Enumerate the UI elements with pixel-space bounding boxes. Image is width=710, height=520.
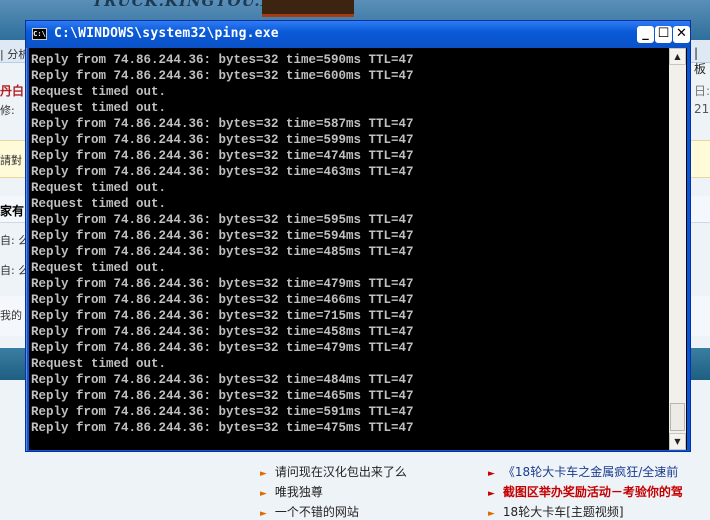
bg-link-left-2[interactable]: ► 一个不错的网站 [260, 503, 359, 520]
console-line: Reply from 74.86.244.36: bytes=32 time=5… [31, 53, 414, 67]
arrow-icon: ► [488, 489, 495, 499]
arrow-icon: ► [260, 509, 267, 519]
scroll-down-button[interactable]: ▼ [669, 433, 686, 450]
console-line: Reply from 74.86.244.36: bytes=32 time=7… [31, 309, 414, 323]
scroll-up-button[interactable]: ▲ [669, 48, 686, 65]
bg-link-left-0[interactable]: ► 请问现在汉化包出来了么 [260, 463, 407, 480]
bg-fragment-3: 請對 [0, 154, 22, 167]
console-line: Request timed out. [31, 197, 167, 211]
bg-fragment-1: 丹白 [0, 84, 25, 98]
scroll-thumb[interactable] [670, 403, 685, 431]
console-line: Reply from 74.86.244.36: bytes=32 time=4… [31, 149, 414, 163]
bg-right-fragment-0: |板 [694, 46, 707, 76]
console-line: Request timed out. [31, 181, 167, 195]
console-line: Reply from 74.86.244.36: bytes=32 time=5… [31, 117, 414, 131]
ping-console-window[interactable]: C:\ C:\WINDOWS\system32\ping.exe _ ☐ ✕ R… [25, 20, 691, 452]
console-line: Reply from 74.86.244.36: bytes=32 time=4… [31, 277, 414, 291]
bg-link-right-1[interactable]: ► 截图区举办奖励活动－考验你的驾 [488, 483, 683, 500]
bg-right-fragment-2: 21 [694, 102, 710, 116]
console-line: Reply from 74.86.244.36: bytes=32 time=5… [31, 213, 414, 227]
bg-fragment-2: 修: [0, 104, 15, 117]
console-line: Reply from 74.86.244.36: bytes=32 time=4… [31, 341, 414, 355]
cmd-icon: C:\ [32, 28, 47, 40]
console-output-area[interactable]: Reply from 74.86.244.36: bytes=32 time=5… [29, 48, 687, 450]
bg-fragment-7: 我的 [0, 309, 22, 322]
console-line: Request timed out. [31, 101, 167, 115]
background-truck-image [262, 0, 354, 17]
console-line: Reply from 74.86.244.36: bytes=32 time=4… [31, 325, 414, 339]
arrow-icon: ► [488, 509, 495, 519]
console-line: Reply from 74.86.244.36: bytes=32 time=4… [31, 245, 414, 259]
window-titlebar[interactable]: C:\ C:\WINDOWS\system32\ping.exe _ ☐ ✕ [26, 21, 690, 48]
console-output: Reply from 74.86.244.36: bytes=32 time=5… [31, 52, 414, 436]
console-line: Reply from 74.86.244.36: bytes=32 time=4… [31, 165, 414, 179]
console-line: Request timed out. [31, 357, 167, 371]
bg-link-left-1[interactable]: ► 唯我独尊 [260, 483, 323, 500]
console-line: Reply from 74.86.244.36: bytes=32 time=5… [31, 405, 414, 419]
vertical-scrollbar[interactable]: ▲ ▼ [669, 48, 686, 450]
arrow-icon: ► [260, 469, 267, 479]
window-title: C:\WINDOWS\system32\ping.exe [54, 26, 279, 41]
console-line: Reply from 74.86.244.36: bytes=32 time=4… [31, 293, 414, 307]
minimize-button[interactable]: _ [637, 26, 654, 43]
maximize-button[interactable]: ☐ [655, 26, 672, 43]
console-line: Reply from 74.86.244.36: bytes=32 time=4… [31, 373, 414, 387]
console-line: Request timed out. [31, 85, 167, 99]
close-button[interactable]: ✕ [673, 26, 690, 43]
bg-link-right-0[interactable]: ► 《18轮大卡车之金属疯狂/全速前 [488, 463, 678, 480]
console-line: Reply from 74.86.244.36: bytes=32 time=4… [31, 389, 414, 403]
arrow-icon: ► [488, 469, 495, 479]
bg-link-right-2[interactable]: ► 18轮大卡车[主题视频] [488, 503, 624, 520]
console-line: Request timed out. [31, 261, 167, 275]
console-line: Reply from 74.86.244.36: bytes=32 time=4… [31, 421, 414, 435]
console-line: Reply from 74.86.244.36: bytes=32 time=6… [31, 69, 414, 83]
bg-right-fragment-1: 日: [694, 84, 710, 98]
console-line: Reply from 74.86.244.36: bytes=32 time=5… [31, 229, 414, 243]
arrow-icon: ► [260, 489, 267, 499]
console-line: Reply from 74.86.244.36: bytes=32 time=5… [31, 133, 414, 147]
